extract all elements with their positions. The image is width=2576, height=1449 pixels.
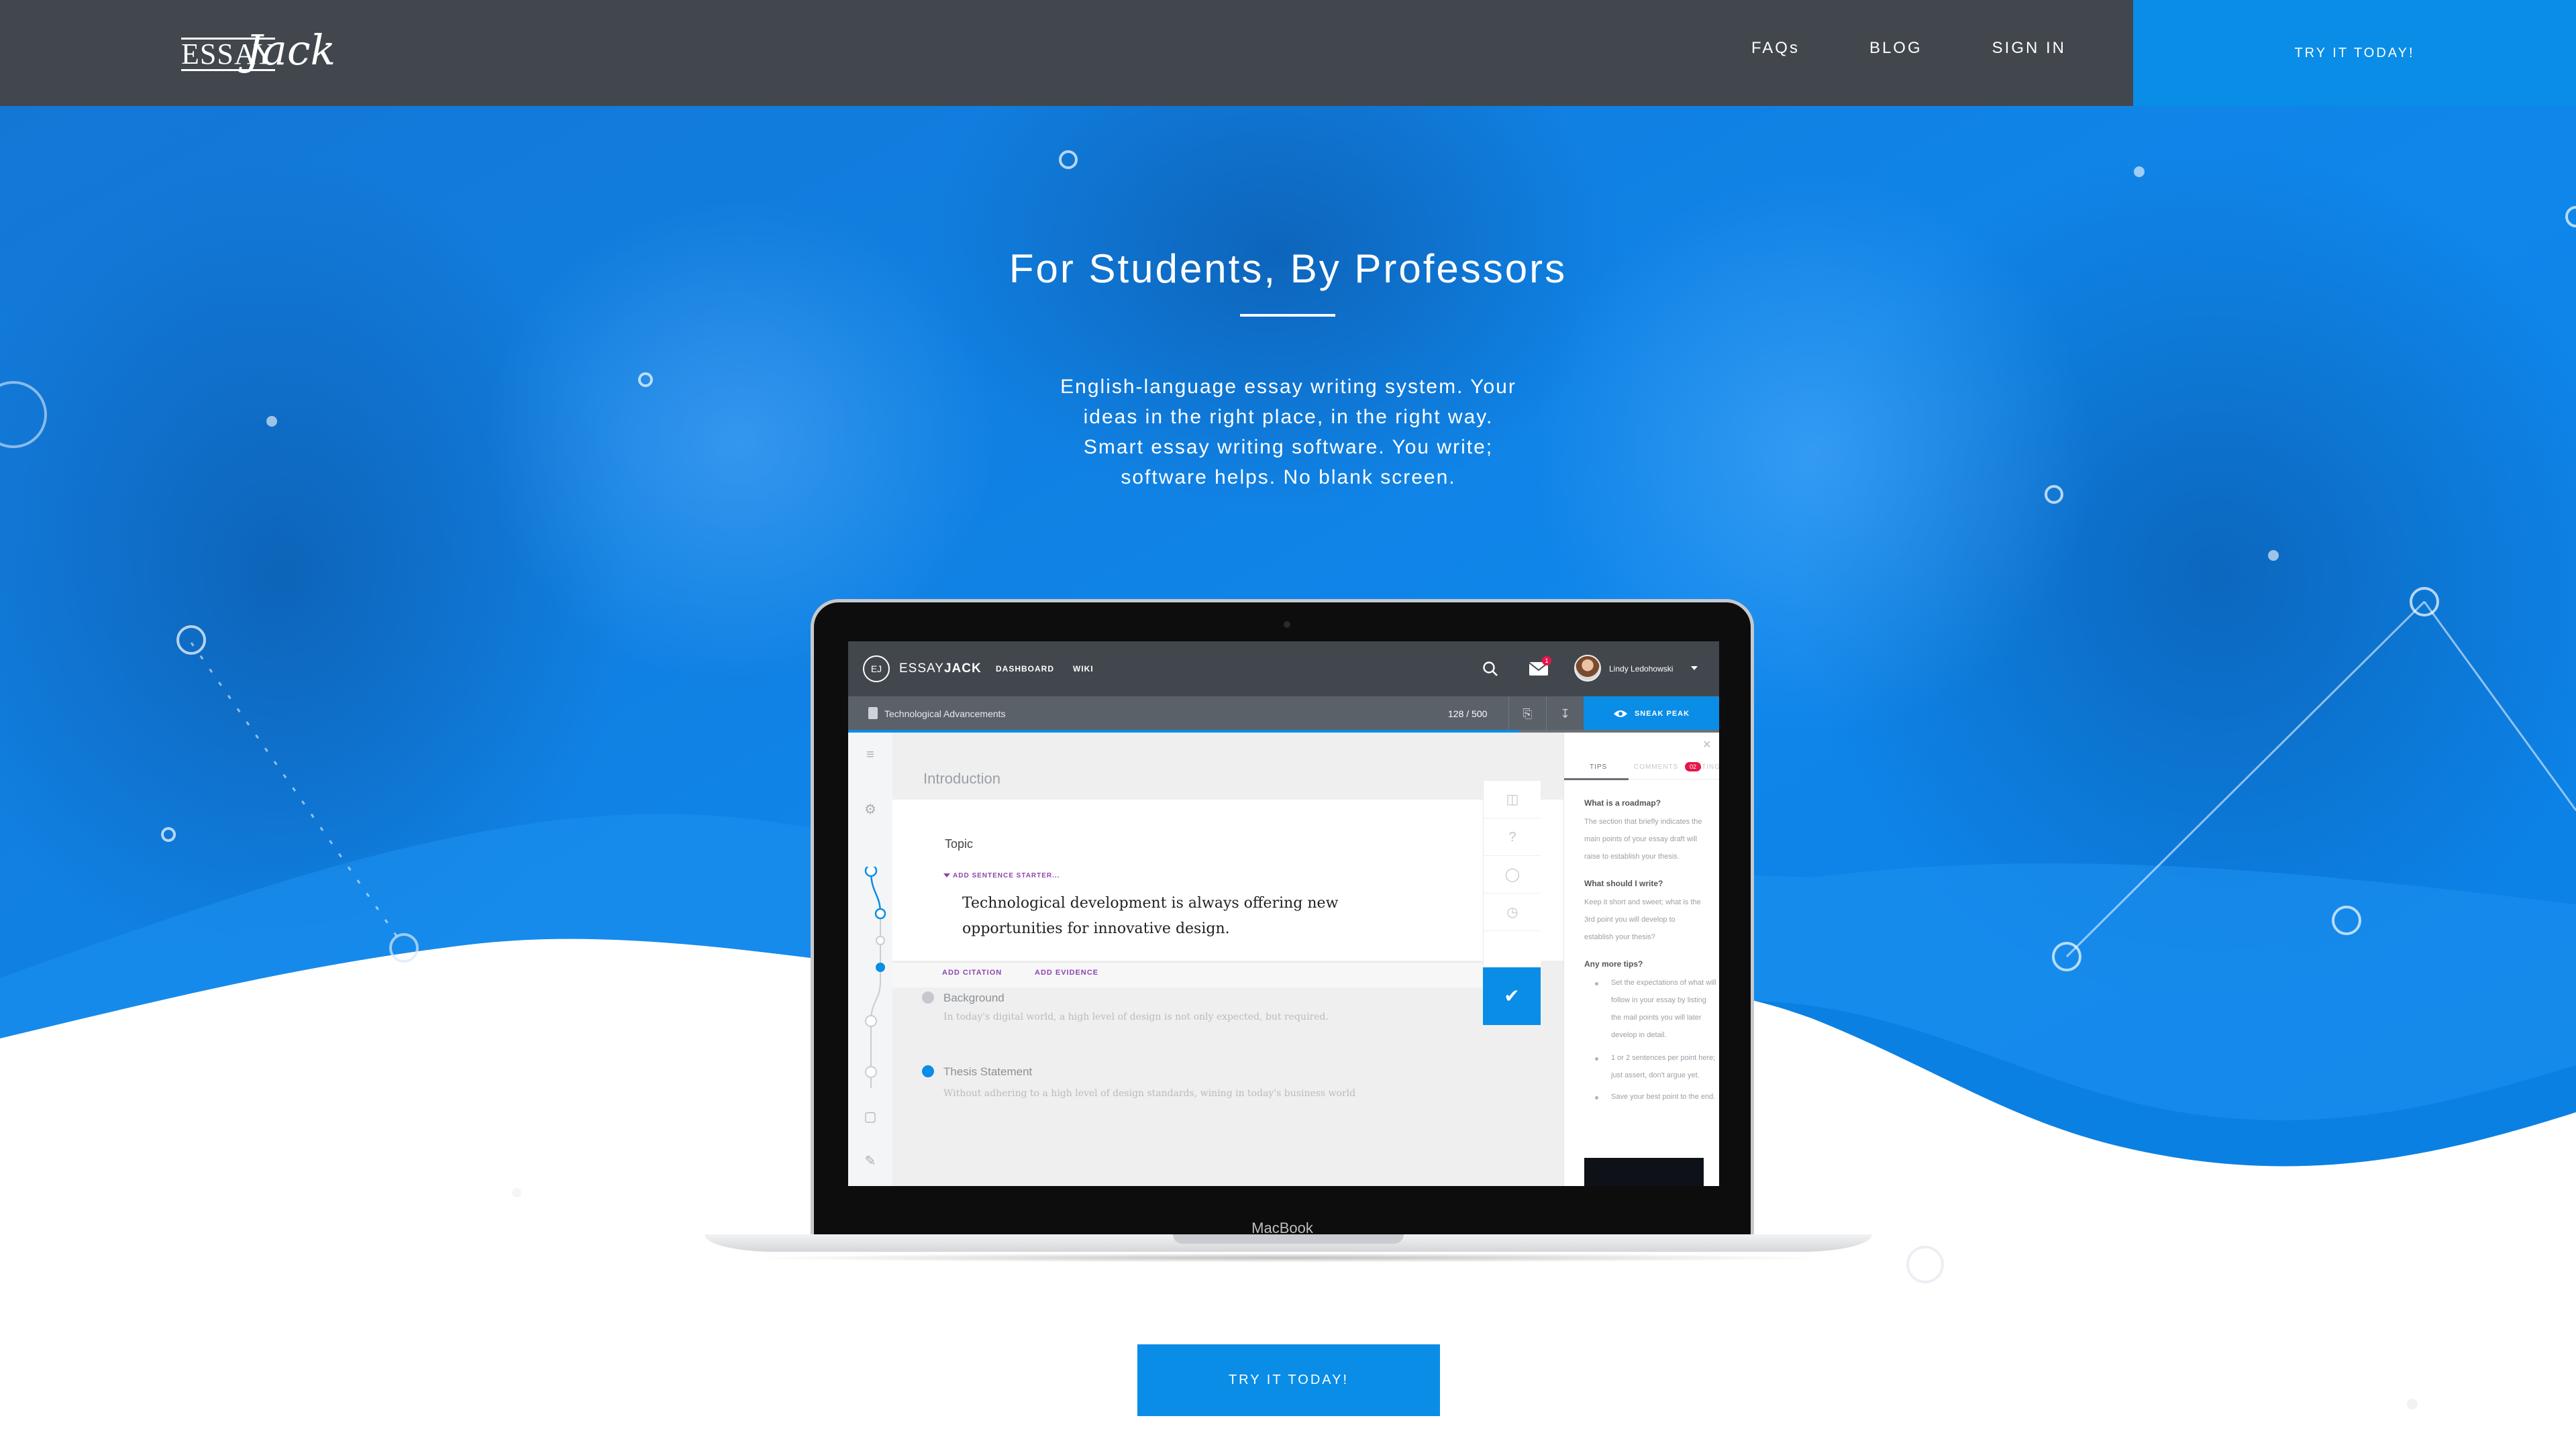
- download-icon[interactable]: ↧: [1546, 696, 1584, 731]
- bullet: [1595, 1057, 1598, 1061]
- left-rail: ≡ ⚙ ▢ ✎: [848, 733, 892, 1186]
- tip-question: What is a roadmap?: [1584, 798, 1661, 808]
- topic-card: Topic ADD SENTENCE STARTER... Technologi…: [892, 800, 1563, 987]
- video-thumbnail[interactable]: [1584, 1158, 1704, 1186]
- check-icon[interactable]: ✔: [1483, 967, 1541, 1025]
- laptop-mockup: MacBook EJ ESSAYJACK DASHBOARD WIKI 1 Li…: [811, 599, 1754, 1246]
- top-navbar: ESSAY Jack FAQs BLOG SIGN IN TRY IT TODA…: [0, 0, 2576, 106]
- word-count: 128 / 500: [1448, 708, 1488, 719]
- outline-timeline: [864, 867, 886, 1088]
- tip-item: Set the expectations of what will follow…: [1611, 979, 1716, 1039]
- app-nav: DASHBOARD WIKI: [996, 664, 1094, 674]
- essayjack-logo[interactable]: ESSAY Jack: [181, 27, 336, 78]
- section-text-thesis: Without adhering to a high level of desi…: [943, 1088, 1356, 1099]
- active-tab-indicator: [1564, 778, 1629, 780]
- section-text-background: In today's digital world, a high level o…: [943, 1012, 1329, 1022]
- hero-description-line: ideas in the right place, in the right w…: [1083, 406, 1494, 428]
- document-title: Technological Advancements: [884, 708, 1006, 719]
- clock-icon[interactable]: ◷: [1484, 894, 1541, 931]
- hero-description: English-language essay writing system. Y…: [1047, 372, 1530, 492]
- bullet: [1595, 1096, 1598, 1099]
- section-title-thesis[interactable]: Thesis Statement: [943, 1065, 1032, 1079]
- laptop-shadow: [745, 1253, 1832, 1263]
- logo-script: Jack: [246, 25, 336, 74]
- section-heading: Introduction: [923, 770, 1000, 787]
- topic-label: Topic: [945, 837, 974, 851]
- comment-icon[interactable]: ◯: [1484, 856, 1541, 894]
- notebook-icon[interactable]: ▢: [863, 1110, 878, 1124]
- gear-icon[interactable]: ⚙: [863, 802, 878, 817]
- editor-area: Introduction Topic ADD SENTENCE STARTER.…: [892, 733, 1563, 1186]
- tip-item: 1 or 2 sentences per point here; just as…: [1611, 1054, 1716, 1079]
- comments-badge: 02: [1685, 762, 1701, 771]
- tip-answer: Keep it short and sweet; what is the 3rd…: [1584, 898, 1701, 941]
- app-screen: EJ ESSAYJACK DASHBOARD WIKI 1 Lindy Ledo…: [848, 641, 1719, 1186]
- document-icon: [868, 707, 878, 719]
- app-logo-icon[interactable]: EJ: [863, 655, 890, 682]
- camera-dot: [1284, 621, 1290, 628]
- user-avatar[interactable]: [1574, 655, 1601, 682]
- nav-link-sign-in[interactable]: SIGN IN: [1992, 39, 2066, 58]
- close-icon[interactable]: ✕: [1702, 738, 1711, 751]
- app-header: EJ ESSAYJACK DASHBOARD WIKI 1 Lindy Ledo…: [848, 641, 1719, 696]
- tip-question: What should I write?: [1584, 879, 1663, 888]
- add-evidence-button[interactable]: ADD EVIDENCE: [1035, 969, 1098, 977]
- app-brand: ESSAYJACK: [899, 661, 982, 676]
- nav-link-faqs[interactable]: FAQs: [1751, 39, 1800, 58]
- laptop-base: [705, 1234, 1872, 1263]
- section-title-background[interactable]: Background: [943, 991, 1004, 1005]
- eye-icon: [1613, 710, 1627, 717]
- menu-icon[interactable]: ≡: [863, 747, 878, 762]
- app-nav-wiki[interactable]: WIKI: [1073, 664, 1094, 674]
- clock-icon: [922, 991, 934, 1004]
- page: ESSAY Jack FAQs BLOG SIGN IN TRY IT TODA…: [0, 0, 2576, 1449]
- pencil-icon[interactable]: ✎: [863, 1154, 878, 1169]
- sneak-peak-label: SNEAK PEAK: [1634, 710, 1690, 718]
- hero-title: For Students, By Professors: [1009, 246, 1567, 291]
- sneak-peak-button[interactable]: SNEAK PEAK: [1584, 696, 1719, 731]
- tip-answer: The section that briefly indicates the m…: [1584, 818, 1702, 861]
- nav-link-blog[interactable]: BLOG: [1869, 39, 1922, 58]
- check-circle-icon: [922, 1065, 934, 1077]
- caret-down-icon[interactable]: [943, 873, 950, 877]
- hero-description-line: software helps. No blank screen.: [1121, 466, 1456, 488]
- chevron-down-icon[interactable]: [1691, 666, 1698, 670]
- laptop-base-notch: [1173, 1234, 1404, 1244]
- tip-question: Any more tips?: [1584, 959, 1643, 969]
- app-brand-bold: JACK: [943, 661, 982, 676]
- document-bar: Technological Advancements 128 / 500 ⎘ ↧…: [848, 696, 1719, 731]
- add-sentence-starter[interactable]: ADD SENTENCE STARTER...: [953, 872, 1060, 879]
- nav-links: FAQs BLOG SIGN IN: [1751, 39, 2066, 58]
- hero-description-line: Smart essay writing software. You write;: [1083, 436, 1494, 458]
- hero-divider: [1240, 314, 1335, 317]
- export-icon[interactable]: ⎘: [1508, 696, 1546, 731]
- nav-try-it-button[interactable]: TRY IT TODAY!: [2133, 0, 2576, 106]
- help-icon[interactable]: ?: [1484, 818, 1541, 856]
- document-icon[interactable]: ◫: [1484, 781, 1541, 818]
- app-nav-dashboard[interactable]: DASHBOARD: [996, 664, 1054, 674]
- add-citation-button[interactable]: ADD CITATION: [942, 969, 1002, 977]
- app-brand-light: ESSAY: [899, 661, 944, 676]
- search-icon[interactable]: [1482, 660, 1499, 678]
- bullet: [1595, 982, 1598, 985]
- topic-sentence[interactable]: Technological development is always offe…: [962, 891, 1392, 942]
- tip-item: Save your best point to the end.: [1611, 1093, 1716, 1101]
- user-name[interactable]: Lindy Ledohowski: [1609, 664, 1673, 674]
- try-it-today-button[interactable]: TRY IT TODAY!: [1137, 1344, 1440, 1416]
- tips-panel: ✕ TIPS COMMENTS RATINGS 02 What is a roa…: [1563, 733, 1719, 1186]
- tab-tips[interactable]: TIPS: [1590, 763, 1607, 771]
- tab-comments[interactable]: COMMENTS: [1634, 763, 1678, 771]
- hero-description-line: English-language essay writing system. Y…: [1060, 376, 1516, 398]
- mail-count-badge: 1: [1542, 656, 1551, 665]
